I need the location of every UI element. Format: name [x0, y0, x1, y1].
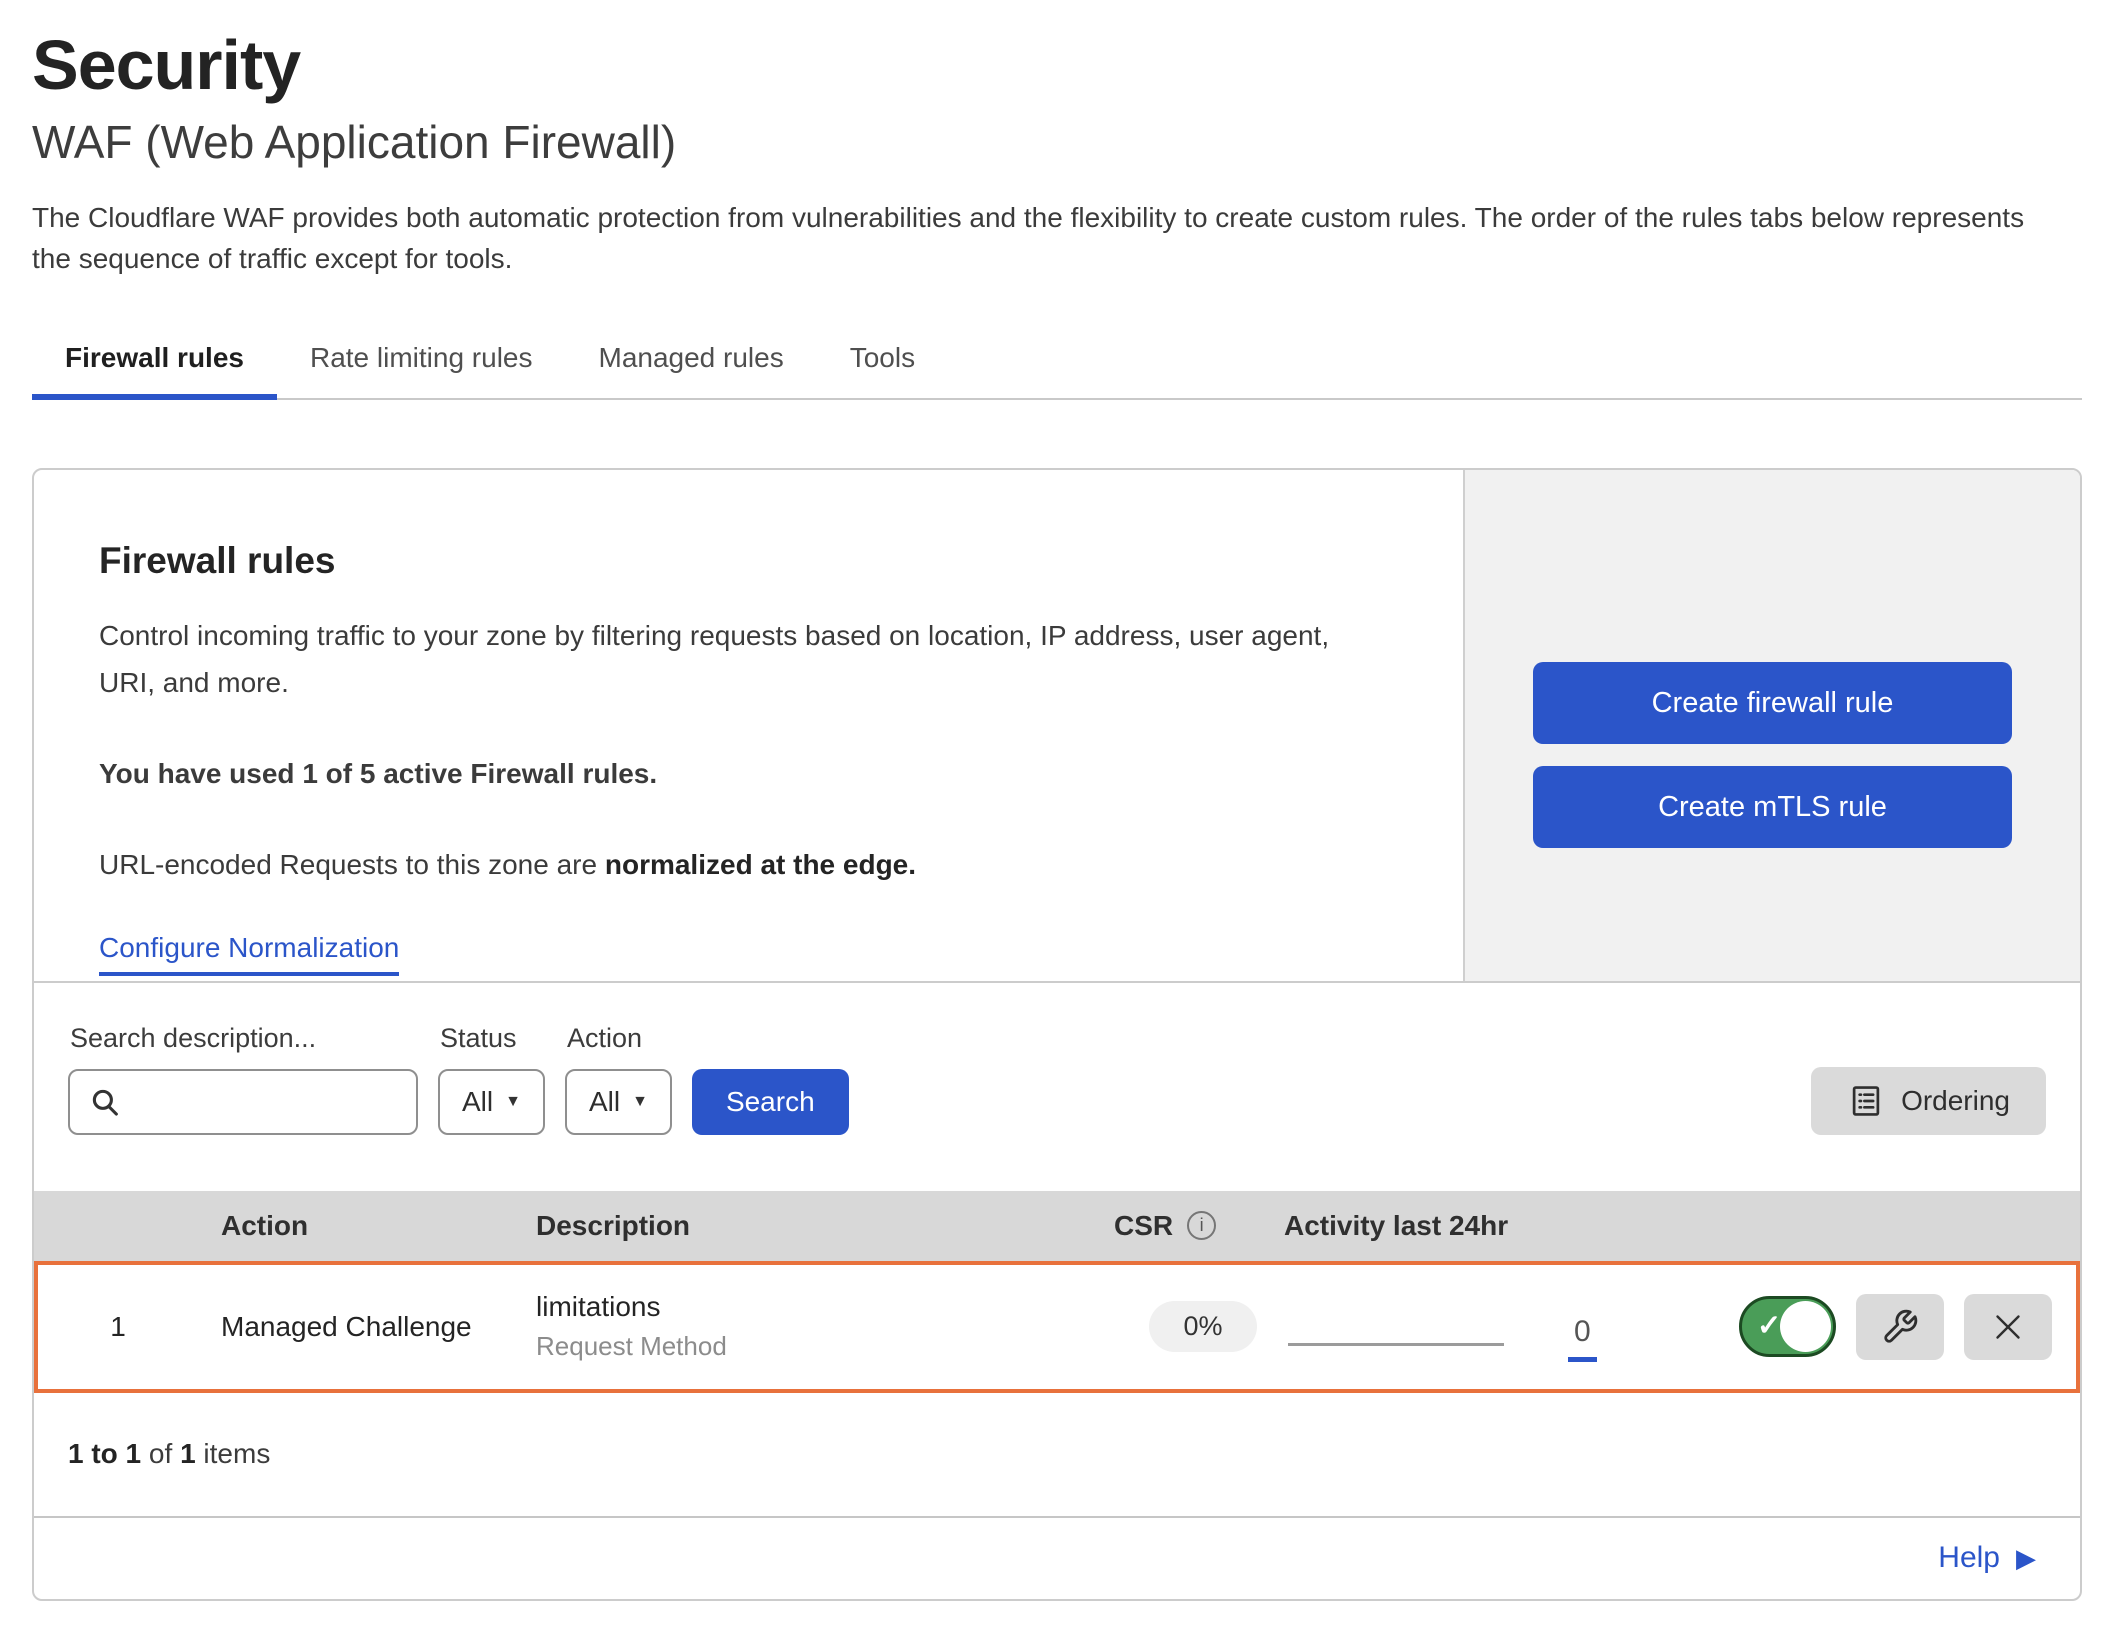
wrench-icon	[1881, 1308, 1919, 1346]
tab-tools[interactable]: Tools	[817, 324, 948, 398]
rule-order: 1	[38, 1311, 198, 1343]
chevron-down-icon: ▼	[505, 1094, 521, 1110]
pagination-range: 1 to 1	[68, 1438, 141, 1470]
firewall-rules-card: Firewall rules Control incoming traffic …	[32, 468, 2082, 1601]
search-label: Search description...	[70, 1023, 418, 1054]
ordering-button-label: Ordering	[1901, 1085, 2010, 1117]
rule-action: Managed Challenge	[198, 1311, 518, 1343]
search-input[interactable]	[134, 1085, 398, 1118]
help-link[interactable]: Help ▶	[1938, 1541, 2036, 1575]
info-icon[interactable]: i	[1187, 1211, 1216, 1240]
status-filter-group: Status All ▼	[438, 1023, 545, 1135]
chevron-down-icon: ▼	[632, 1094, 648, 1110]
header-activity: Activity last 24hr	[1284, 1210, 1734, 1242]
status-select[interactable]: All ▼	[438, 1069, 545, 1135]
pagination-total: 1	[180, 1438, 196, 1470]
usage-summary: You have used 1 of 5 active Firewall rul…	[99, 750, 1389, 797]
pagination-of: of	[149, 1438, 172, 1470]
rules-table-header: Action Description CSR i Activity last 2…	[34, 1191, 2080, 1261]
rule-description-cell: limitations Request Method	[518, 1291, 1118, 1362]
firewall-rules-intro: Firewall rules Control incoming traffic …	[34, 470, 1463, 981]
page-description: The Cloudflare WAF provides both automat…	[32, 198, 2062, 279]
card-footer: Help ▶	[34, 1516, 2080, 1599]
page-title: Security	[32, 28, 2082, 104]
pagination-summary: 1 to 1 of 1 items	[34, 1393, 2080, 1516]
delete-rule-button[interactable]	[1964, 1294, 2052, 1360]
tab-firewall-rules[interactable]: Firewall rules	[32, 324, 277, 398]
check-icon: ✓	[1757, 1312, 1781, 1341]
search-input-wrapper	[68, 1069, 418, 1135]
header-csr-label: CSR	[1114, 1210, 1173, 1242]
activity-count-link[interactable]: 0	[1568, 1315, 1597, 1362]
waf-tabbar: Firewall rules Rate limiting rules Manag…	[32, 324, 2082, 400]
rule-activity-cell: 0	[1288, 1281, 1738, 1372]
arrow-right-icon: ▶	[2016, 1545, 2036, 1571]
filter-toolbar: Search description... Status All ▼ Actio…	[34, 981, 2080, 1191]
action-filter-group: Action All ▼	[565, 1023, 672, 1135]
status-select-value: All	[462, 1086, 493, 1118]
action-select[interactable]: All ▼	[565, 1069, 672, 1135]
header-description: Description	[514, 1210, 1114, 1242]
rule-enabled-toggle[interactable]: ✓	[1739, 1296, 1836, 1357]
action-label: Action	[567, 1023, 672, 1054]
ordering-button[interactable]: Ordering	[1811, 1067, 2046, 1135]
table-row: 1 Managed Challenge limitations Request …	[34, 1261, 2080, 1393]
pagination-items: items	[203, 1438, 270, 1470]
help-link-label: Help	[1938, 1541, 2000, 1575]
status-label: Status	[440, 1023, 545, 1054]
create-firewall-rule-button[interactable]: Create firewall rule	[1533, 662, 2012, 744]
rule-description-sub: Request Method	[536, 1331, 1118, 1362]
rule-controls: ✓	[1738, 1294, 2076, 1360]
rule-description: limitations	[536, 1291, 1118, 1323]
section-heading: Firewall rules	[99, 540, 1393, 582]
firewall-rules-header-section: Firewall rules Control incoming traffic …	[34, 470, 2080, 981]
create-mtls-rule-button[interactable]: Create mTLS rule	[1533, 766, 2012, 848]
normalization-note: URL-encoded Requests to this zone are no…	[99, 841, 1389, 888]
configure-normalization-link[interactable]: Configure Normalization	[99, 932, 399, 976]
activity-sparkline	[1288, 1343, 1504, 1346]
tab-managed-rules[interactable]: Managed rules	[566, 324, 817, 398]
header-csr: CSR i	[1114, 1210, 1284, 1242]
close-icon	[1990, 1309, 2026, 1345]
toggle-knob	[1780, 1301, 1831, 1352]
normalization-prefix: URL-encoded Requests to this zone are	[99, 849, 597, 880]
normalization-bold: normalized at the edge.	[605, 849, 916, 880]
rule-csr-cell: 0%	[1118, 1301, 1288, 1352]
edit-rule-button[interactable]	[1856, 1294, 1944, 1360]
csr-badge: 0%	[1149, 1301, 1256, 1352]
page-subtitle: WAF (Web Application Firewall)	[32, 116, 2082, 169]
action-select-value: All	[589, 1086, 620, 1118]
tab-rate-limiting-rules[interactable]: Rate limiting rules	[277, 324, 566, 398]
search-filter-group: Search description...	[68, 1023, 418, 1135]
search-icon	[88, 1085, 122, 1119]
header-action: Action	[194, 1210, 514, 1242]
search-button[interactable]: Search	[692, 1069, 849, 1135]
actions-panel: Create firewall rule Create mTLS rule	[1463, 470, 2080, 981]
section-description: Control incoming traffic to your zone by…	[99, 612, 1389, 706]
ordering-list-icon	[1847, 1082, 1885, 1120]
